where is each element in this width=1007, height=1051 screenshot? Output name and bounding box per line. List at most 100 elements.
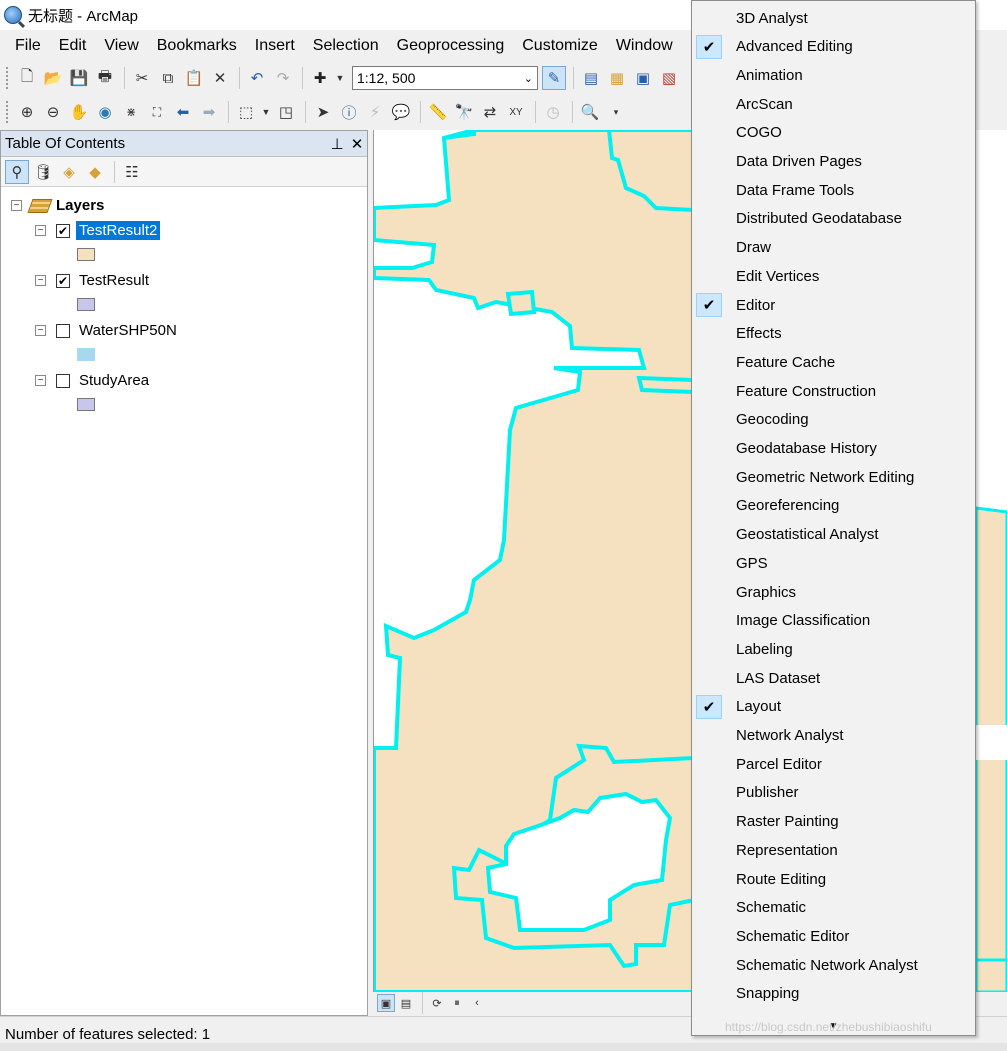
layer-visibility-checkbox[interactable]: ✔ xyxy=(56,223,70,238)
refresh-icon[interactable]: ⟳ xyxy=(428,994,446,1012)
toolbar-menu-item[interactable]: Image Classification xyxy=(692,607,975,635)
menu-insert[interactable]: Insert xyxy=(246,37,304,55)
menu-view[interactable]: View xyxy=(95,37,147,55)
toolbar-grip[interactable] xyxy=(6,101,9,123)
fixed-zoom-in-icon[interactable]: ⋇ xyxy=(119,100,143,124)
pin-icon[interactable]: ⊥ xyxy=(327,135,347,153)
map-scale-combobox[interactable]: 1:12, 500 ⌄ xyxy=(352,66,538,90)
delete-icon[interactable]: ✕ xyxy=(208,66,232,90)
toolbar-menu-item[interactable]: Schematic Editor xyxy=(692,922,975,950)
menu-window[interactable]: Window xyxy=(607,37,682,55)
toolbar-menu-item[interactable]: Georeferencing xyxy=(692,492,975,520)
zoom-out-icon[interactable]: ⊖ xyxy=(41,100,65,124)
toolbar-menu-item[interactable]: Animation xyxy=(692,61,975,89)
toolbar-menu-item[interactable]: Schematic Network Analyst xyxy=(692,951,975,979)
fixed-zoom-out-icon[interactable]: ⛶ xyxy=(145,100,169,124)
layer-visibility-checkbox[interactable] xyxy=(56,323,70,338)
toolbar-menu-item[interactable]: Parcel Editor xyxy=(692,750,975,778)
toolbar-menu-item[interactable]: Network Analyst xyxy=(692,722,975,750)
layer-row-studyarea[interactable]: − StudyArea xyxy=(1,368,367,393)
find-route-icon[interactable]: ⇄ xyxy=(478,100,502,124)
list-by-source-icon[interactable]: 🛢 xyxy=(31,160,55,184)
toolbar-menu-item[interactable]: Raster Painting xyxy=(692,808,975,836)
arctoolbox-icon[interactable]: ▧ xyxy=(657,66,681,90)
table-of-contents-icon[interactable]: ▤ xyxy=(579,66,603,90)
toolbar-menu-item[interactable]: 3D Analyst xyxy=(692,4,975,32)
chevron-down-icon[interactable]: ▼ xyxy=(334,66,346,90)
toolbar-menu-item[interactable]: Geodatabase History xyxy=(692,435,975,463)
layout-view-icon[interactable]: ▤ xyxy=(397,994,415,1012)
menu-bookmarks[interactable]: Bookmarks xyxy=(148,37,246,55)
toolbar-menu-item[interactable]: ✔ Editor xyxy=(692,291,975,319)
list-by-drawing-order-icon[interactable]: ⚲ xyxy=(5,159,29,184)
go-to-xy-icon[interactable]: XY xyxy=(504,100,528,124)
save-icon[interactable]: 💾 xyxy=(67,66,91,90)
toolbar-menu-item[interactable]: Geocoding xyxy=(692,406,975,434)
toolbar-menu-item[interactable]: Representation xyxy=(692,836,975,864)
time-slider-icon[interactable]: ◷ xyxy=(541,100,565,124)
select-features-icon[interactable]: ⬚ xyxy=(234,100,258,124)
toolbar-menu-item[interactable]: Geometric Network Editing xyxy=(692,463,975,491)
toolbar-menu-item[interactable]: COGO xyxy=(692,119,975,147)
layer-name[interactable]: StudyArea xyxy=(76,371,152,390)
chevron-down-icon[interactable]: ⌄ xyxy=(524,72,533,85)
toolbar-menu-item[interactable]: Geostatistical Analyst xyxy=(692,521,975,549)
layer-row-watershp50n[interactable]: − WaterSHP50N xyxy=(1,318,367,343)
zoom-in-icon[interactable]: ⊕ xyxy=(15,100,39,124)
menu-geoprocessing[interactable]: Geoprocessing xyxy=(388,37,514,55)
layer-name[interactable]: TestResult2 xyxy=(76,221,161,240)
map-view[interactable] xyxy=(373,130,693,992)
catalog-icon[interactable]: ▦ xyxy=(605,66,629,90)
layer-name[interactable]: WaterSHP50N xyxy=(76,321,180,340)
close-icon[interactable]: ✕ xyxy=(347,135,367,153)
scroll-left-icon[interactable]: ‹ xyxy=(468,994,486,1012)
chevron-down-icon[interactable]: ▼ xyxy=(260,100,272,124)
layer-row-testresult[interactable]: − ✔ TestResult xyxy=(1,268,367,293)
legend-swatch[interactable] xyxy=(77,398,95,411)
find-binoculars-icon[interactable]: 🔭 xyxy=(452,100,476,124)
toolbar-menu-item[interactable]: ✔ Layout xyxy=(692,693,975,721)
html-popup-icon[interactable]: 💬 xyxy=(389,100,413,124)
toolbar-menu-item[interactable]: Feature Construction xyxy=(692,377,975,405)
forward-arrow-icon[interactable]: ➡ xyxy=(197,100,221,124)
toolbar-menu-item[interactable]: LAS Dataset xyxy=(692,664,975,692)
toolbar-overflow-icon[interactable]: ▾ xyxy=(604,100,628,124)
toolbar-menu-item[interactable]: GPS xyxy=(692,549,975,577)
back-arrow-icon[interactable]: ⬅ xyxy=(171,100,195,124)
toolbar-menu-item[interactable]: Draw xyxy=(692,234,975,262)
add-data-icon[interactable]: ✚ xyxy=(308,66,332,90)
collapse-icon[interactable]: − xyxy=(35,275,46,286)
identify-icon[interactable]: ⓘ xyxy=(337,100,361,124)
toolbar-menu-item[interactable]: ✔ Advanced Editing xyxy=(692,33,975,61)
toolbar-menu-item[interactable]: ArcScan xyxy=(692,90,975,118)
toolbar-grip[interactable] xyxy=(6,67,9,89)
menu-edit[interactable]: Edit xyxy=(50,37,96,55)
toolbar-menu-item[interactable]: Data Frame Tools xyxy=(692,176,975,204)
map-canvas[interactable] xyxy=(374,130,693,992)
pause-drawing-icon[interactable]: ⏸ xyxy=(448,994,466,1012)
collapse-icon[interactable]: − xyxy=(35,375,46,386)
options-icon[interactable]: ☷ xyxy=(120,160,144,184)
menu-customize[interactable]: Customize xyxy=(513,37,607,55)
measure-icon[interactable]: 📏 xyxy=(426,100,450,124)
toolbar-menu-item[interactable]: Route Editing xyxy=(692,865,975,893)
collapse-icon[interactable]: − xyxy=(11,200,22,211)
legend-swatch[interactable] xyxy=(77,248,95,261)
pan-hand-icon[interactable]: ✋ xyxy=(67,100,91,124)
list-by-visibility-icon[interactable]: ◈ xyxy=(57,160,81,184)
toolbar-menu-item[interactable]: Effects xyxy=(692,320,975,348)
menu-file[interactable]: File xyxy=(6,37,50,55)
new-document-icon[interactable]: 🗋 xyxy=(15,66,39,90)
clear-selection-icon[interactable]: ◳ xyxy=(274,100,298,124)
select-elements-arrow-icon[interactable]: ➤ xyxy=(311,100,335,124)
editor-toolbar-icon[interactable]: ✎ xyxy=(542,66,566,90)
toolbar-menu-item[interactable]: Edit Vertices xyxy=(692,262,975,290)
print-icon[interactable]: 🖶 xyxy=(93,66,117,90)
toolbar-menu-item[interactable]: Schematic xyxy=(692,894,975,922)
layer-row-testresult2[interactable]: − ✔ TestResult2 xyxy=(1,218,367,243)
toolbar-menu-item[interactable]: Graphics xyxy=(692,578,975,606)
legend-swatch[interactable] xyxy=(77,298,95,311)
layer-visibility-checkbox[interactable]: ✔ xyxy=(56,273,70,288)
cut-icon[interactable]: ✂ xyxy=(130,66,154,90)
toolbar-menu-item[interactable]: Labeling xyxy=(692,635,975,663)
